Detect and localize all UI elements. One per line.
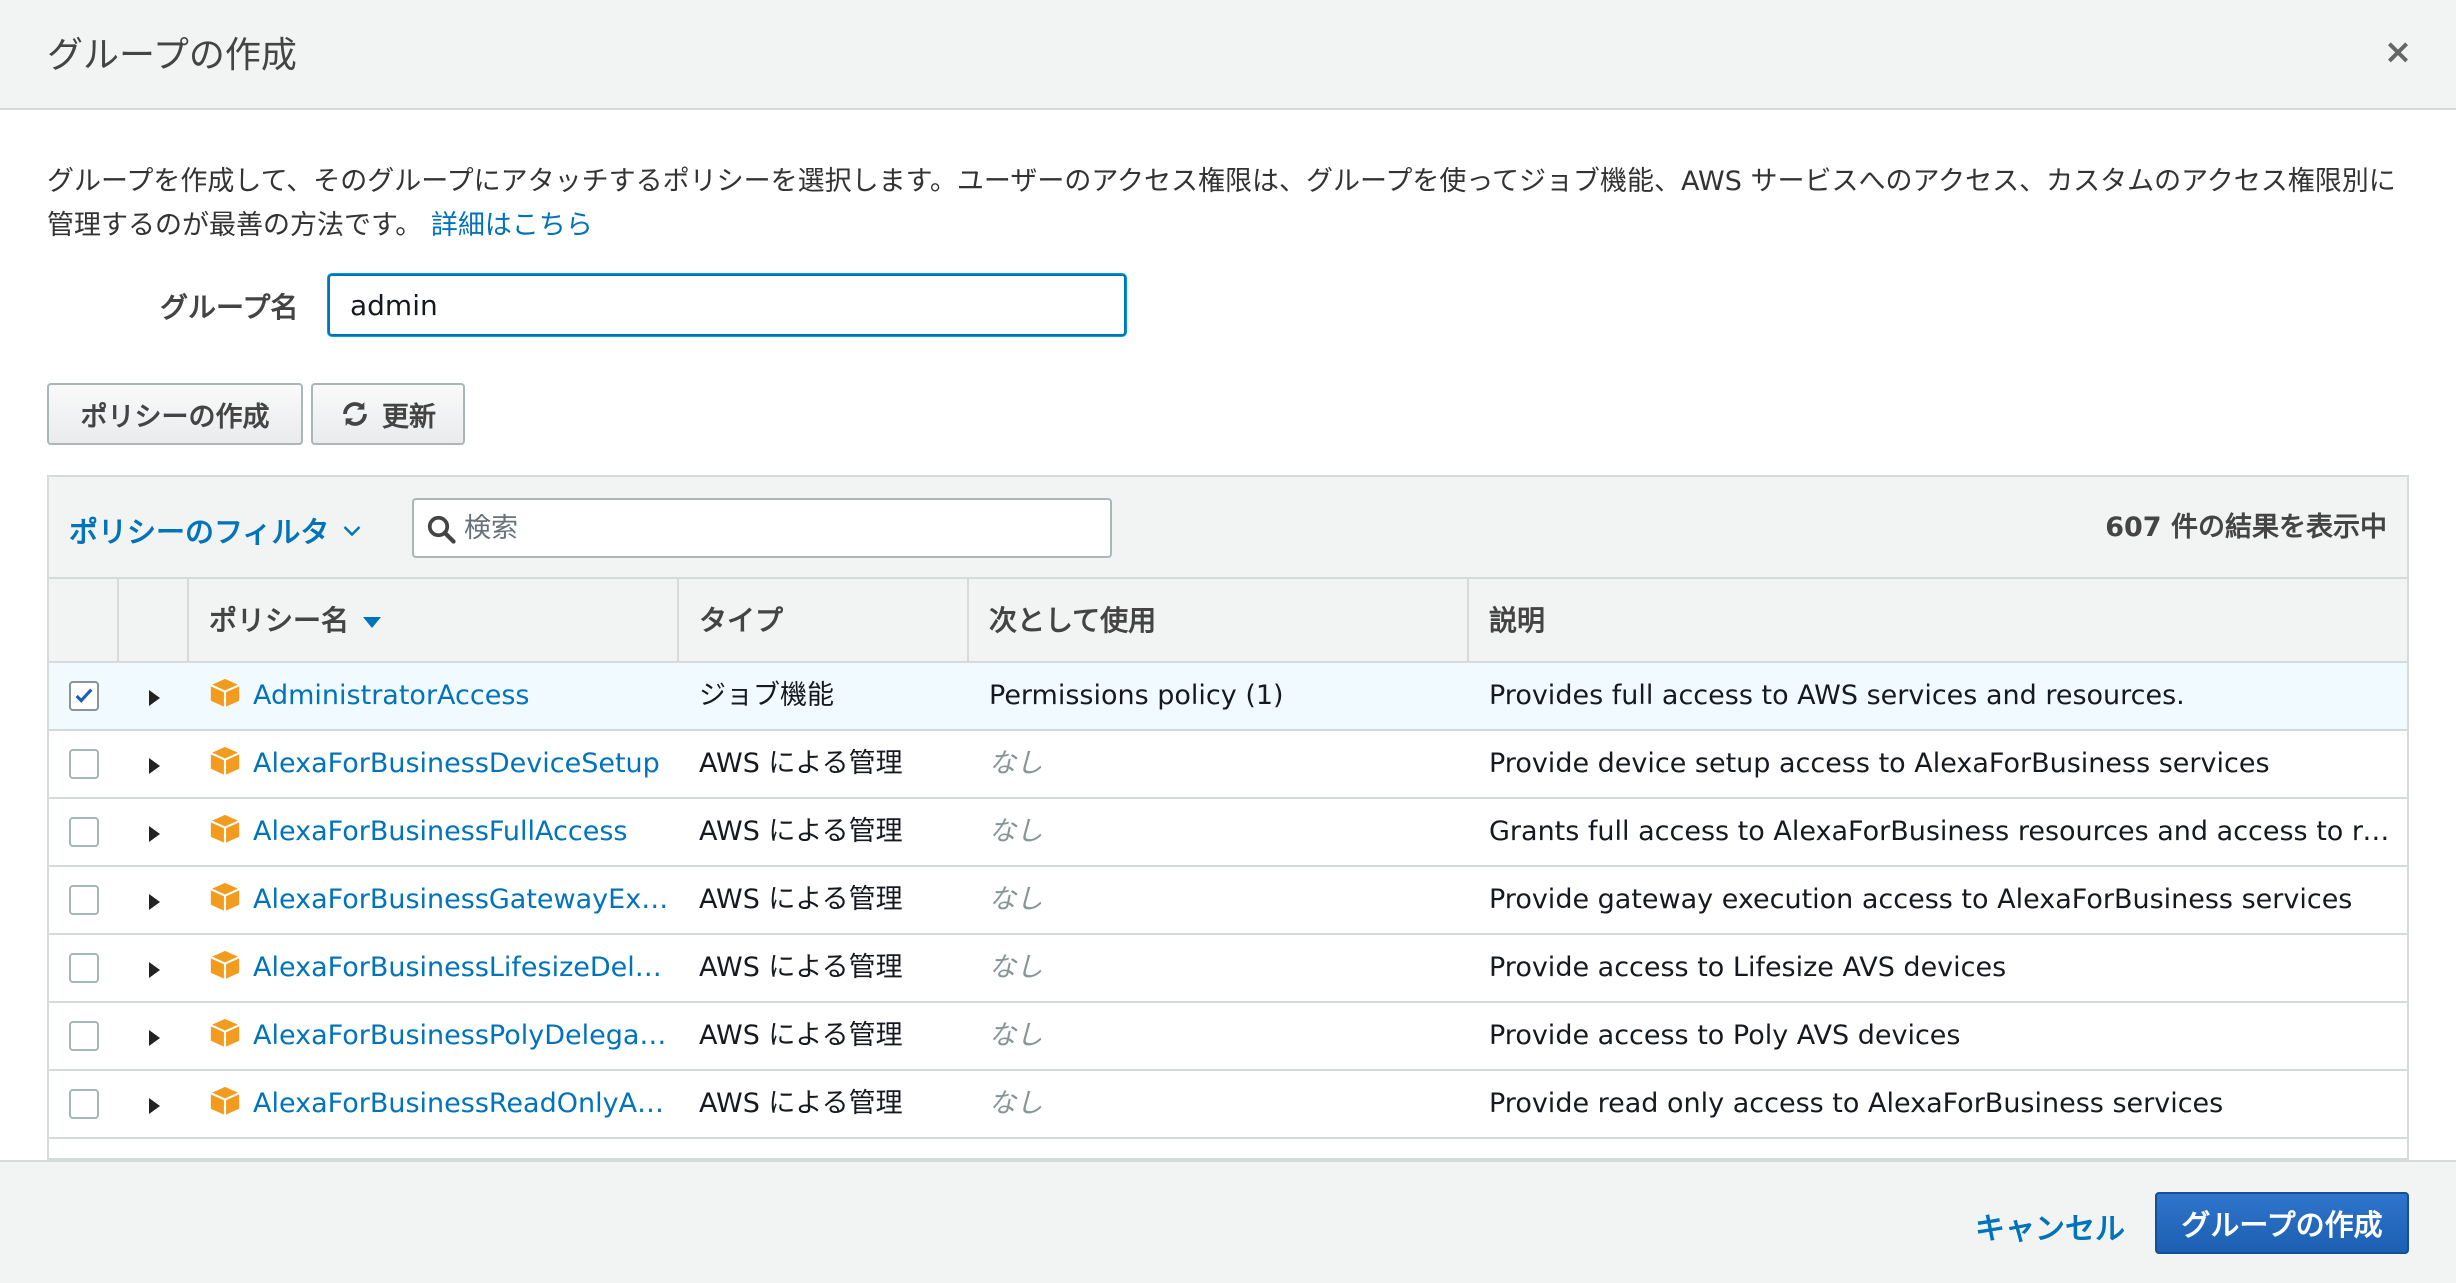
column-policy-name-label: ポリシー名 <box>209 604 350 637</box>
checkmark-icon <box>75 688 93 703</box>
column-description[interactable]: 説明 <box>1469 579 2407 663</box>
row-checkbox[interactable] <box>69 885 99 915</box>
policy-description: Provide access to Lifesize AVS devices <box>1489 952 2007 983</box>
policy-used-as: なし <box>989 816 1043 847</box>
policy-name-link[interactable]: AlexaForBusinessReadOnlyA… <box>253 1071 673 1137</box>
policy-name-link[interactable]: AlexaForBusinessDeviceSetup <box>253 731 673 797</box>
learn-more-link[interactable]: 詳細はこちら <box>431 210 593 241</box>
sort-desc-icon <box>363 616 382 628</box>
expand-triangle-icon[interactable] <box>149 826 160 842</box>
search-input[interactable] <box>464 500 1104 556</box>
close-icon[interactable]: × <box>2378 32 2418 72</box>
table-row[interactable]: AdministratorAccess ジョブ機能 Permissions poli… <box>49 663 2407 731</box>
policy-description: Provide gateway execution access to Alex… <box>1489 884 2353 915</box>
policy-type: AWS による管理 <box>699 1020 903 1051</box>
filter-bar: ポリシーのフィルタ 607 件の結果を表示中 <box>49 477 2407 579</box>
column-used-as[interactable]: 次として使用 <box>969 579 1469 663</box>
row-checkbox[interactable] <box>69 817 99 847</box>
refresh-button[interactable]: 更新 <box>311 383 465 445</box>
policy-type: AWS による管理 <box>699 884 903 915</box>
policy-used-as: なし <box>989 748 1043 779</box>
create-policy-label: ポリシーの作成 <box>80 401 270 433</box>
group-name-label: グループ名 <box>160 291 299 324</box>
policy-used-as: なし <box>989 952 1043 983</box>
table-header: ポリシー名 タイプ 次として使用 説明 <box>49 579 2407 663</box>
row-checkbox[interactable] <box>69 1021 99 1051</box>
table-row[interactable]: AlexaForBusinessGatewayEx… AWS による管理 なし Pro… <box>49 867 2407 935</box>
policy-box-icon <box>210 814 240 844</box>
policy-description: Grants full access to AlexaForBusiness r… <box>1489 816 2401 847</box>
dialog-footer: キャンセル グループの作成 <box>0 1160 2456 1283</box>
expand-triangle-icon[interactable] <box>149 758 160 774</box>
policy-name-link[interactable]: AlexaForBusinessGatewayEx… <box>253 867 673 933</box>
dialog-description: グループを作成して、そのグループにアタッチするポリシーを選択します。ユーザーのア… <box>47 160 2417 248</box>
column-used-as-label: 次として使用 <box>989 604 1157 637</box>
row-checkbox[interactable] <box>69 749 99 779</box>
policy-box-icon <box>210 1086 240 1116</box>
policy-box-icon <box>210 882 240 912</box>
cancel-button[interactable]: キャンセル <box>1975 1204 2125 1248</box>
expand-triangle-icon[interactable] <box>149 962 160 978</box>
expand-triangle-icon[interactable] <box>149 690 160 706</box>
dialog-title: グループの作成 <box>47 35 297 76</box>
chevron-down-icon <box>344 526 361 537</box>
policy-used-as: なし <box>989 1020 1043 1051</box>
table-body: AdministratorAccess ジョブ機能 Permissions poli… <box>49 663 2407 1139</box>
policy-type: AWS による管理 <box>699 748 903 779</box>
policy-box-icon <box>210 1018 240 1048</box>
refresh-icon <box>343 402 367 426</box>
policy-description: Provide device setup access to AlexaForB… <box>1489 748 2270 779</box>
result-count: 607 件の結果を表示中 <box>2105 512 2387 543</box>
group-name-input[interactable] <box>328 274 1126 336</box>
description-text: グループを作成して、そのグループにアタッチするポリシーを選択します。ユーザーのア… <box>47 166 2396 241</box>
policy-used-as: なし <box>989 1088 1043 1119</box>
column-type[interactable]: タイプ <box>679 579 969 663</box>
table-row[interactable]: AlexaForBusinessLifesizeDel… AWS による管理 なし P… <box>49 935 2407 1003</box>
policy-filter-dropdown[interactable]: ポリシーのフィルタ <box>69 509 361 551</box>
policy-name-link[interactable]: AdministratorAccess <box>253 663 673 729</box>
dialog-header: グループの作成 × <box>0 0 2456 110</box>
create-group-button[interactable]: グループの作成 <box>2155 1192 2409 1254</box>
policy-type: AWS による管理 <box>699 952 903 983</box>
expand-triangle-icon[interactable] <box>149 894 160 910</box>
policy-name-link[interactable]: AlexaForBusinessPolyDelega… <box>253 1003 673 1069</box>
policy-type: AWS による管理 <box>699 816 903 847</box>
policy-box-icon <box>210 678 240 708</box>
column-expand <box>119 579 189 663</box>
expand-triangle-icon[interactable] <box>149 1030 160 1046</box>
policy-filter-label: ポリシーのフィルタ <box>69 515 330 549</box>
expand-triangle-icon[interactable] <box>149 1098 160 1114</box>
policy-box-icon <box>210 950 240 980</box>
policy-used-as: なし <box>989 884 1043 915</box>
row-checkbox[interactable] <box>69 1089 99 1119</box>
policy-box-icon <box>210 746 240 776</box>
create-policy-button[interactable]: ポリシーの作成 <box>47 383 303 445</box>
search-box[interactable] <box>412 498 1112 558</box>
policy-table: ポリシーのフィルタ 607 件の結果を表示中 ポリシー名 タイプ <box>47 475 2409 1160</box>
column-select <box>49 579 119 663</box>
table-row[interactable]: AlexaForBusinessReadOnlyA… AWS による管理 なし Pro… <box>49 1071 2407 1139</box>
policy-description: Provides full access to AWS services and… <box>1489 680 2185 711</box>
policy-name-link[interactable]: AlexaForBusinessLifesizeDel… <box>253 935 673 1001</box>
policy-name-link[interactable]: AlexaForBusinessFullAccess <box>253 799 673 865</box>
policy-used-as: Permissions policy (1) <box>989 680 1284 711</box>
search-icon <box>427 515 456 544</box>
refresh-label: 更新 <box>382 401 436 433</box>
table-row[interactable]: AlexaForBusinessDeviceSetup AWS による管理 なし Pr… <box>49 731 2407 799</box>
column-description-label: 説明 <box>1489 604 1546 637</box>
table-row[interactable]: AlexaForBusinessPolyDelega… AWS による管理 なし Pr… <box>49 1003 2407 1071</box>
column-policy-name[interactable]: ポリシー名 <box>189 579 679 663</box>
column-type-label: タイプ <box>699 604 784 637</box>
row-checkbox[interactable] <box>69 681 99 711</box>
policy-type: ジョブ機能 <box>699 680 834 711</box>
policy-type: AWS による管理 <box>699 1088 903 1119</box>
table-row[interactable]: AlexaForBusinessFullAccess AWS による管理 なし Gra… <box>49 799 2407 867</box>
row-checkbox[interactable] <box>69 953 99 983</box>
policy-description: Provide read only access to AlexaForBusi… <box>1489 1088 2224 1119</box>
policy-description: Provide access to Poly AVS devices <box>1489 1020 1961 1051</box>
create-group-dialog: グループの作成 × グループを作成して、そのグループにアタッチするポリシーを選択… <box>0 0 2456 1283</box>
